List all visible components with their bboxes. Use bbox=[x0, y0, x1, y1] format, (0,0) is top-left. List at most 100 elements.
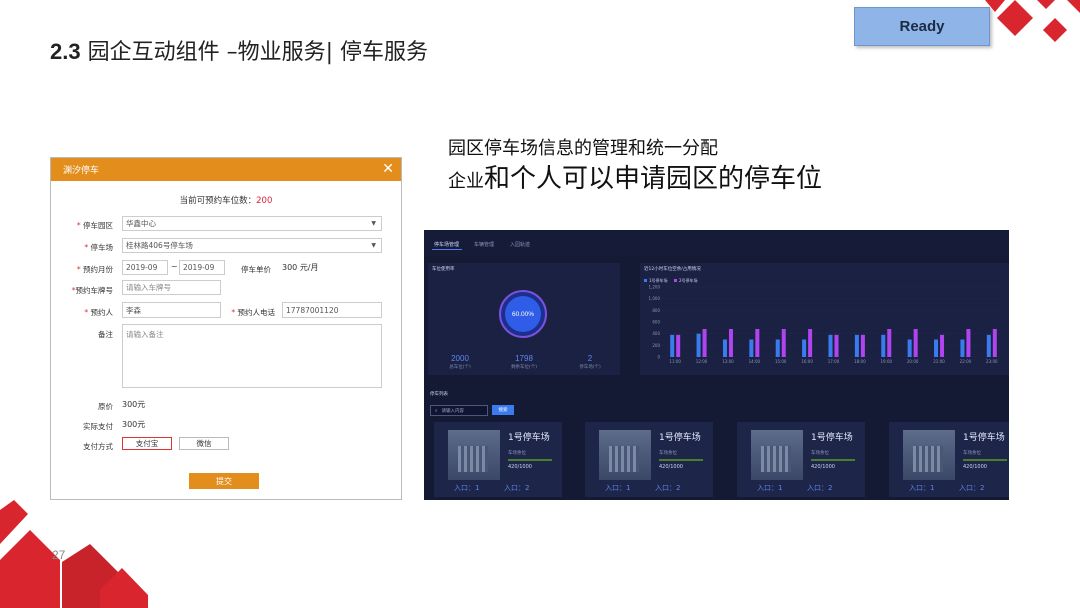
person-label: * 预约人 bbox=[73, 307, 113, 318]
card-progress-bar bbox=[963, 459, 1007, 461]
page-number: 27 bbox=[52, 548, 66, 562]
submit-button[interactable]: 提交 bbox=[189, 473, 259, 489]
phone-label: * 预约人电话 bbox=[227, 307, 275, 318]
note-textarea[interactable]: 请输入备注 bbox=[122, 324, 382, 388]
tab-entry-trace[interactable]: 入园轨迹 bbox=[510, 241, 530, 248]
card-remaining-label: 车场余位 bbox=[811, 451, 829, 456]
bar bbox=[960, 339, 965, 357]
search-button[interactable]: 搜索 bbox=[492, 405, 514, 415]
x-tick-label: 23:00 bbox=[986, 359, 998, 364]
parking-card[interactable]: 1号停车场 车场余位 420/1000 入口：1 入口：2 bbox=[434, 422, 562, 497]
parking-lot-image bbox=[751, 430, 803, 480]
bar bbox=[808, 329, 813, 357]
lot-label: * 停车场 bbox=[73, 242, 113, 253]
x-tick-label: 22:00 bbox=[960, 359, 972, 364]
x-tick-label: 11:00 bbox=[669, 359, 681, 364]
x-tick-label: 15:00 bbox=[775, 359, 787, 364]
card-remaining-label: 车场余位 bbox=[508, 451, 526, 456]
hourly-bar-chart: 1号停车场 2号停车场 1,200 1,000 800 600 400 200 0 11:00 12… bbox=[644, 277, 1005, 364]
x-tick-label: 18:00 bbox=[854, 359, 866, 364]
search-icon: ⌕ bbox=[435, 408, 438, 414]
tab-parking-management[interactable]: 停车场管理 bbox=[434, 241, 459, 248]
card-entrance-1: 入口：1 bbox=[909, 484, 935, 492]
usage-percent: 60.00% bbox=[512, 311, 534, 318]
tab-vehicle-management[interactable]: 车辆管理 bbox=[474, 241, 494, 248]
bar bbox=[966, 329, 971, 357]
stat-remaining-label: 剩余车位(个) bbox=[510, 365, 537, 370]
available-label: 当前可预约车位数： bbox=[179, 196, 257, 206]
card-entrance-2: 入口：2 bbox=[655, 484, 681, 492]
stat-lots-label: 停车场(个) bbox=[579, 365, 601, 370]
bar bbox=[881, 334, 886, 357]
bar bbox=[676, 334, 681, 357]
card-lot-name: 1号停车场 bbox=[811, 433, 853, 443]
ready-button[interactable]: Ready bbox=[854, 7, 990, 46]
bar bbox=[887, 329, 892, 357]
actual-pay-label: 实际支付 bbox=[83, 422, 113, 431]
park-label: * 停车园区 bbox=[73, 220, 113, 231]
month-separator: ~ bbox=[171, 262, 178, 271]
lot-select[interactable]: 桂林路406号停车场 ▼ bbox=[122, 238, 382, 253]
chart-panel: 近12小时车位空余/占用情况 1号停车场 2号停车场 1,200 1,000 800 60… bbox=[640, 263, 1009, 375]
wechat-button[interactable]: 微信 bbox=[179, 437, 229, 450]
y-tick-label: 0 bbox=[657, 355, 660, 360]
bar bbox=[670, 334, 675, 357]
dialog-title-bar: 渊汐停车 ✕ bbox=[51, 158, 401, 181]
park-select[interactable]: 华鑫中心 ▼ bbox=[122, 216, 382, 231]
search-input[interactable]: ⌕ 请输入内容 bbox=[430, 405, 488, 416]
parking-lot-image bbox=[448, 430, 500, 480]
bar bbox=[781, 329, 786, 357]
bar bbox=[854, 334, 859, 357]
stat-remaining-value: 1798 bbox=[515, 354, 533, 363]
card-entrance-1: 入口：1 bbox=[454, 484, 480, 492]
list-title: 停车列表 bbox=[430, 392, 448, 397]
bar bbox=[728, 329, 733, 357]
bar bbox=[934, 339, 939, 357]
note-label: 备注 bbox=[98, 330, 113, 339]
price-value: 300 元/月 bbox=[282, 263, 319, 272]
y-tick-label: 600 bbox=[652, 320, 660, 325]
actual-pay-value: 300元 bbox=[122, 420, 146, 429]
phone-input[interactable]: 17787001120 bbox=[282, 302, 382, 318]
required-mark: * bbox=[76, 265, 81, 274]
chart-title: 近12小时车位空余/占用情况 bbox=[644, 267, 701, 272]
bar bbox=[749, 339, 754, 357]
description-small: 企业 bbox=[448, 171, 484, 192]
stat-lots-value: 2 bbox=[587, 354, 593, 363]
month-to-input[interactable]: 2019-09 bbox=[179, 260, 225, 275]
price-label: 停车单价 bbox=[241, 265, 271, 274]
plate-input[interactable]: 请输入车牌号 bbox=[122, 280, 221, 295]
usage-gauge: 60.00% bbox=[499, 290, 547, 338]
parking-card[interactable]: 1号停车场 车场余位 420/1000 入口：1 入口：2 bbox=[737, 422, 865, 497]
legend-label: 1号停车场 bbox=[649, 277, 668, 283]
required-mark: * bbox=[84, 243, 89, 252]
usage-panel: 车位使用率 60.00% 2000 总车位(个) 1798 剩余车位(个) 2 … bbox=[428, 263, 620, 375]
title-number: 2.3 bbox=[50, 39, 81, 64]
original-price-value: 300元 bbox=[122, 400, 146, 409]
card-remaining-value: 420/1000 bbox=[963, 464, 987, 470]
parking-card[interactable]: 1号停车场 车场余位 420/1000 入口：1 入口：2 bbox=[889, 422, 1009, 497]
phone-label-text: 预约人电话 bbox=[237, 308, 276, 317]
card-remaining-label: 车场余位 bbox=[963, 451, 981, 456]
parking-card[interactable]: 1号停车场 车场余位 420/1000 入口：1 入口：2 bbox=[585, 422, 713, 497]
person-input[interactable]: 李森 bbox=[122, 302, 221, 318]
month-from-input[interactable]: 2019-09 bbox=[122, 260, 168, 275]
x-tick-label: 12:00 bbox=[696, 359, 708, 364]
card-entrance-1: 入口：1 bbox=[757, 484, 783, 492]
slide: 2.3 园企互动组件 –物业服务| 停车服务 Ready 园区停车场信息的管理和… bbox=[0, 0, 1080, 608]
dialog-title: 渊汐停车 bbox=[63, 166, 100, 176]
alipay-button[interactable]: 支付宝 bbox=[122, 437, 172, 450]
bar bbox=[860, 334, 865, 357]
legend-swatch bbox=[674, 279, 677, 282]
bar bbox=[702, 329, 707, 357]
x-tick-label: 16:00 bbox=[801, 359, 813, 364]
card-entrance-2: 入口：2 bbox=[504, 484, 530, 492]
required-mark: * bbox=[84, 308, 89, 317]
bar bbox=[755, 329, 760, 357]
usage-panel-title: 车位使用率 bbox=[432, 267, 455, 272]
card-entrance-2: 入口：2 bbox=[959, 484, 985, 492]
close-icon[interactable]: ✕ bbox=[382, 161, 394, 177]
bar bbox=[802, 339, 807, 357]
dropdown-arrow-icon: ▼ bbox=[371, 242, 376, 249]
x-tick-label: 14:00 bbox=[749, 359, 761, 364]
